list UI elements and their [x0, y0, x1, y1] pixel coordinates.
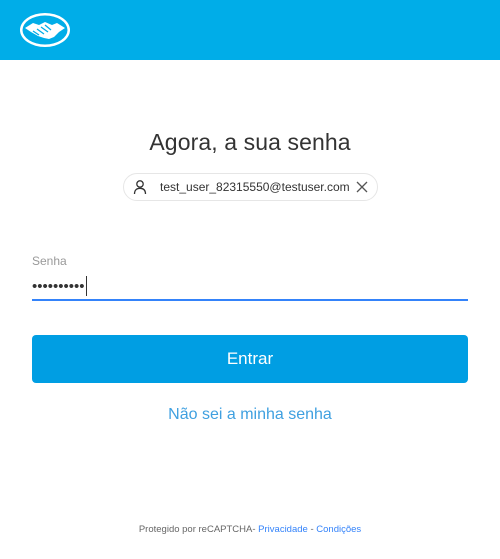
forgot-password-link[interactable]: Não sei a minha senha — [0, 406, 500, 424]
text-caret — [85, 276, 87, 296]
account-chip: test_user_82315550@testuser.com — [123, 173, 378, 201]
page-title: Agora, a sua senha — [149, 129, 351, 155]
submit-button[interactable]: Entrar — [32, 335, 468, 383]
recaptcha-notice: Protegido por reCAPTCHA- Privacidade - C… — [0, 524, 500, 535]
recaptcha-text: Protegido por reCAPTCHA- — [138, 524, 259, 535]
privacy-link[interactable]: Privacidade — [258, 524, 308, 535]
top-header — [0, 0, 500, 60]
account-email: test_user_82315550@testuser.com — [160, 180, 350, 194]
terms-link[interactable]: Condições — [316, 524, 361, 535]
password-field[interactable]: •••••••••• — [32, 273, 468, 301]
user-icon — [130, 177, 150, 197]
footer-separator: - — [307, 524, 317, 535]
close-icon[interactable] — [355, 180, 369, 194]
password-masked-value: •••••••••• — [32, 277, 85, 295]
handshake-logo-icon[interactable] — [19, 12, 71, 48]
password-label: Senha — [32, 254, 67, 268]
